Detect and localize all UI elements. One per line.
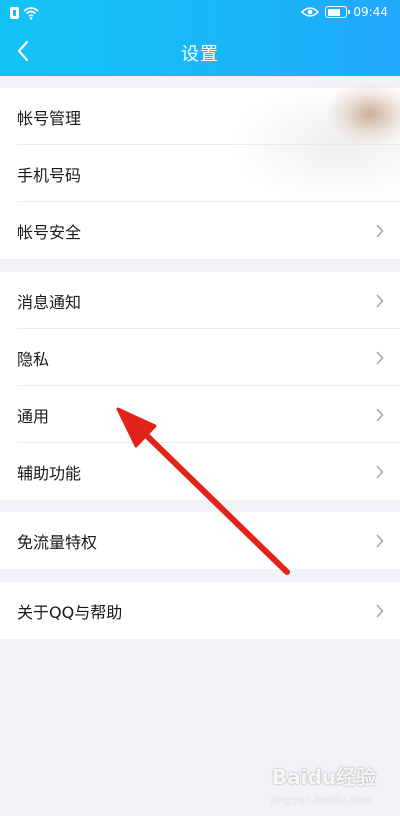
nav-bar: 设置 [0, 28, 400, 76]
settings-item-phone-number[interactable]: 手机号码 [0, 145, 400, 202]
settings-item-label: 免流量特权 [17, 532, 98, 552]
settings-item-notifications[interactable]: 消息通知 [0, 272, 400, 329]
watermark: Baidu经验 [271, 765, 376, 789]
chevron-right-icon [376, 224, 384, 238]
chevron-right-icon [376, 604, 384, 618]
settings-item-accessibility[interactable]: 辅助功能 [0, 443, 400, 500]
chevron-right-icon [376, 534, 384, 548]
settings-group-general: 消息通知 隐私 通用 辅助功能 [0, 272, 400, 500]
settings-item-account-security[interactable]: 帐号安全 [0, 202, 400, 259]
settings-group-account: 帐号管理 手机号码 帐号安全 [0, 88, 400, 259]
status-time: 09:44 [353, 5, 388, 19]
chevron-right-icon [376, 351, 384, 365]
header-bar: 09:44 设置 [0, 0, 400, 76]
page-title: 设置 [181, 44, 219, 65]
settings-item-general[interactable]: 通用 [0, 386, 400, 443]
battery-icon [325, 6, 351, 18]
settings-item-about-qq-help[interactable]: 关于QQ与帮助 [0, 582, 400, 639]
status-bar: 09:44 [0, 0, 400, 28]
chevron-right-icon [376, 294, 384, 308]
settings-item-label: 手机号码 [17, 165, 82, 185]
settings-item-account-management[interactable]: 帐号管理 [0, 88, 400, 145]
settings-item-label: 帐号管理 [17, 108, 82, 128]
settings-item-label: 帐号安全 [17, 222, 82, 242]
settings-item-label: 辅助功能 [17, 463, 82, 483]
eye-icon [301, 7, 320, 17]
chevron-right-icon [376, 408, 384, 422]
chevron-right-icon [376, 465, 384, 479]
settings-item-label: 消息通知 [17, 292, 82, 312]
settings-item-privacy[interactable]: 隐私 [0, 329, 400, 386]
settings-item-label: 关于QQ与帮助 [17, 602, 123, 622]
status-right: 09:44 [301, 5, 388, 19]
watermark-url: jingyan.baidu.com [271, 795, 372, 806]
settings-item-label: 隐私 [17, 349, 50, 369]
settings-item-label: 通用 [17, 406, 50, 426]
status-left [10, 6, 39, 20]
settings-item-free-data-privilege[interactable]: 免流量特权 [0, 512, 400, 569]
settings-group-data: 免流量特权 [0, 512, 400, 569]
settings-group-about: 关于QQ与帮助 [0, 582, 400, 639]
wifi-icon [23, 7, 39, 20]
sim-card-icon [10, 7, 19, 19]
